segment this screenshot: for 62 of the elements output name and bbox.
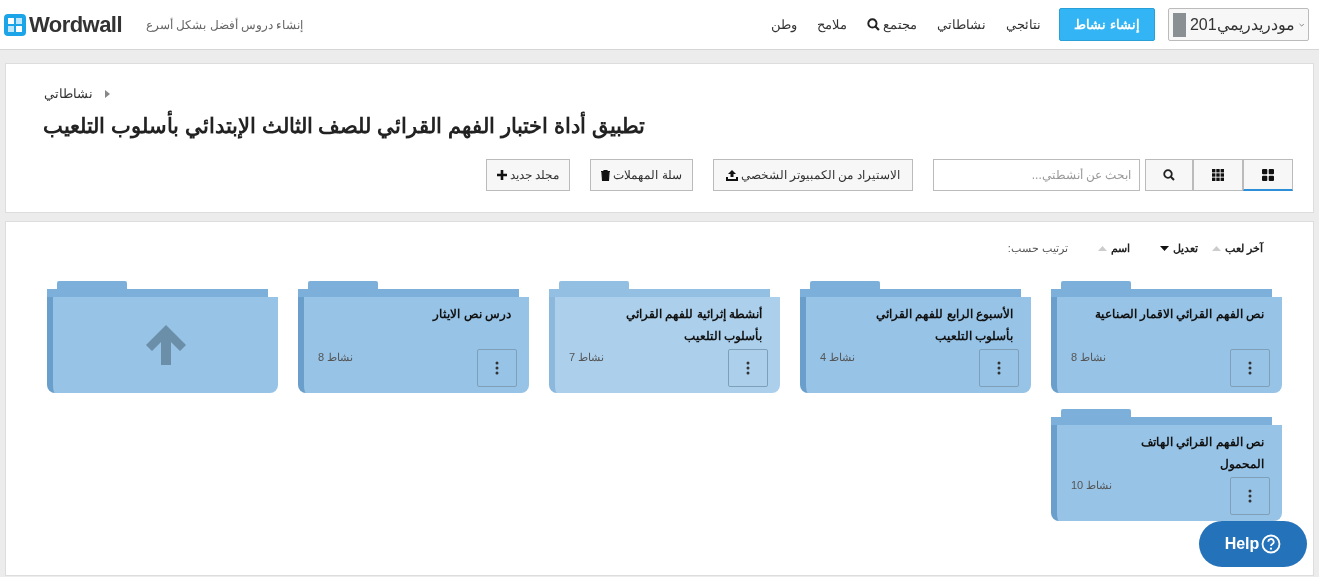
help-icon [1261, 534, 1282, 554]
more-icon [1248, 360, 1252, 375]
activity-count: نشاط 4 [820, 349, 856, 365]
breadcrumb-link[interactable]: نشاطاتي [44, 84, 93, 104]
more-icon [997, 360, 1001, 375]
folder-card[interactable]: نص الفهم القرائي الاقمار الصناعية نشاط 8 [1051, 296, 1282, 393]
more-icon [495, 360, 499, 375]
folder-card[interactable]: الأسبوع الرابع للفهم القرائي بأسلوب التلعيب نشاط 4 [800, 296, 1031, 393]
small-grid-icon [1212, 169, 1224, 181]
more-icon [746, 360, 750, 375]
logo-text[interactable]: Wordwall [29, 8, 122, 41]
trash-button[interactable]: سلة المهملات [590, 159, 693, 191]
more-options-button[interactable] [1230, 476, 1270, 515]
sort-down-icon [1159, 245, 1169, 251]
folder-name: الأسبوع الرابع للفهم القرائي بأسلوب التلعيب [875, 305, 1013, 346]
folder-name: درس نص الايثار [431, 305, 511, 324]
import-button[interactable]: الاستيراد من الكمبيوتر الشخصي [712, 159, 913, 191]
nav-link[interactable]: نتائجي [1006, 14, 1042, 35]
folder-card[interactable]: درس نص الايثار نشاط 8 [298, 296, 529, 393]
folder-card[interactable]: نص الفهم القرائي الهاتف المحمول نشاط 10 [1051, 424, 1282, 521]
help-button[interactable]: Help [1199, 521, 1307, 567]
plus-icon [497, 170, 507, 180]
folder-name: نص الفهم القرائي الاقمار الصناعية [1094, 305, 1264, 324]
upload-icon [725, 169, 738, 181]
view-toggle[interactable] [1243, 159, 1293, 191]
activity-count: نشاط 10 [1071, 477, 1113, 493]
nav-link[interactable]: ملامح [817, 14, 848, 35]
sort-option[interactable]: اسم [1097, 240, 1130, 257]
search-button[interactable] [1145, 159, 1193, 191]
up-folder[interactable] [47, 296, 278, 393]
search-icon [867, 18, 881, 31]
user-menu[interactable]: مودريدريمي201 [1168, 8, 1309, 41]
sort-option[interactable]: تعديل [1159, 240, 1198, 257]
new-folder-button[interactable]: مجلد جديد [486, 159, 571, 191]
activity-count: نشاط 8 [1071, 349, 1107, 365]
more-icon [1248, 488, 1252, 503]
sort-up-icon [1211, 245, 1221, 251]
sort-up-icon [1097, 245, 1107, 251]
sort-label: ترتيب حسب: [1007, 241, 1068, 257]
nav-link[interactable]: مجتمع [867, 14, 918, 35]
folder-name: نص الفهم القرائي الهاتف المحمول [1140, 433, 1264, 474]
more-options-button[interactable] [477, 348, 517, 387]
folder-name: أنشطة إثرائية للفهم القرائي بأسلوب التلعيب [625, 305, 762, 346]
trash-icon [601, 169, 611, 181]
more-options-button[interactable] [979, 348, 1019, 387]
logo-icon [4, 13, 26, 36]
more-options-button[interactable] [1230, 348, 1270, 387]
view-toggle[interactable] [1193, 159, 1243, 191]
folder-card[interactable]: أنشطة إثرائية للفهم القرائي بأسلوب التلعيب نشاط 7 [549, 296, 780, 393]
search-icon [1163, 169, 1176, 181]
tagline: إنشاء دروس أفضل بشكل أسرع [146, 16, 304, 34]
activity-count: نشاط 8 [318, 349, 354, 365]
nav-link[interactable]: نشاطاتي [937, 14, 987, 35]
large-grid-icon [1262, 168, 1274, 181]
caret-icon [105, 89, 110, 98]
sort-option[interactable]: آخر لعب [1211, 240, 1263, 257]
activity-count: نشاط 7 [569, 349, 605, 365]
chevron-icon [1298, 21, 1304, 28]
nav-link[interactable]: وطن [771, 14, 798, 35]
more-options-button[interactable] [728, 348, 768, 387]
avatar-icon [1173, 12, 1186, 37]
page-title: تطبيق أداة اختبار الفهم القرائي للصف الثالث الإبتدائي بأسلوب التلعيب [43, 109, 645, 141]
